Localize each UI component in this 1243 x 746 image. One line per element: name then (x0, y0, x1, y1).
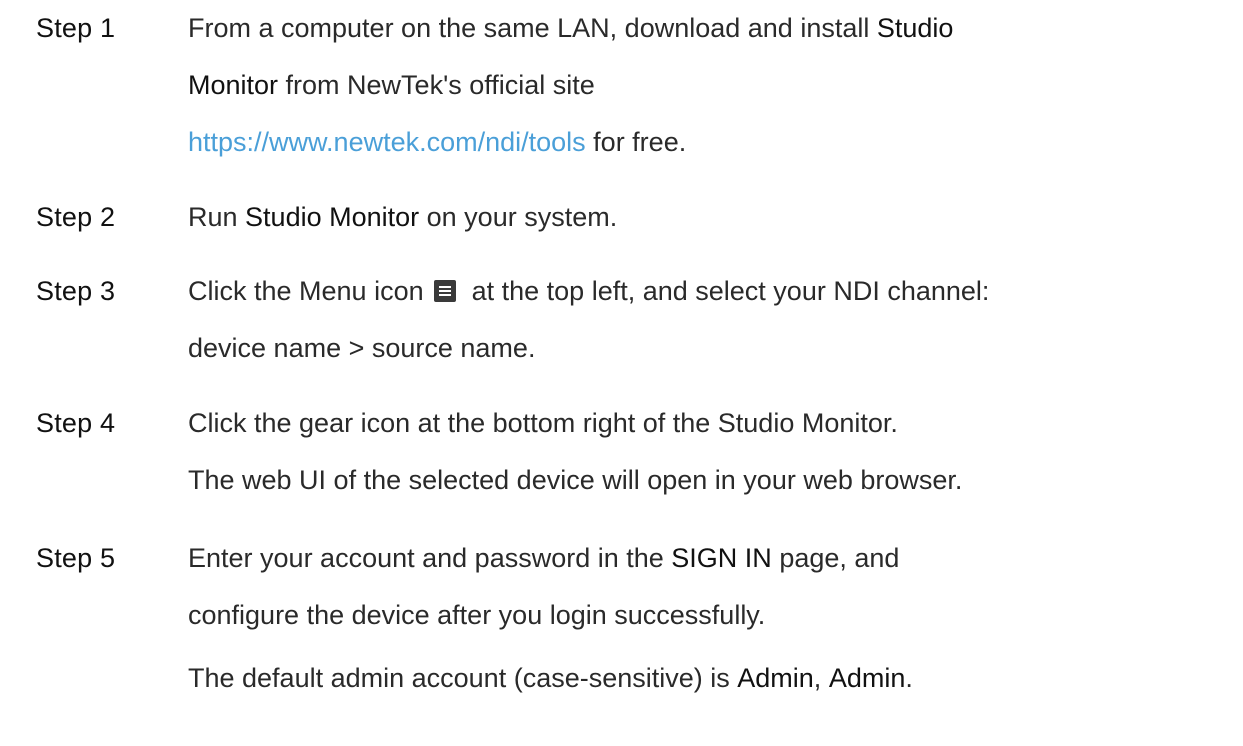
app-name: Studio Monitor (245, 202, 420, 232)
step-body: Enter your account and password in the S… (188, 530, 1228, 707)
step-line: Click the Menu icon at the top left, and … (188, 263, 1228, 320)
step-text: Click the Menu icon (188, 276, 424, 306)
step-text: configure the device after you login suc… (188, 600, 766, 630)
step-label: Step 1 (36, 13, 116, 43)
step-line: The default admin account (case-sensitiv… (188, 650, 1228, 707)
step-text: , (813, 663, 829, 693)
menu-icon (433, 280, 456, 302)
default-password: Admin (828, 663, 906, 693)
step-line: configure the device after you login suc… (188, 587, 1228, 644)
step-text: page, and (771, 543, 900, 573)
step-text: for free. (585, 127, 687, 157)
app-name: Studio (876, 13, 954, 43)
step-text: Run (188, 202, 246, 232)
step-label: Step 5 (36, 543, 116, 573)
step-text: The default admin account (case-sensitiv… (188, 663, 738, 693)
step-label: Step 3 (36, 276, 116, 306)
step-text: Click the gear icon at the bottom right … (188, 408, 898, 438)
step-body: Click the Menu icon at the top left, and … (188, 263, 1228, 377)
step-label: Step 2 (36, 202, 116, 232)
step-line: Enter your account and password in the S… (188, 530, 1228, 587)
step-body: Run Studio Monitor on your system. (188, 189, 1228, 246)
ndi-tools-link[interactable]: https://www.newtek.com/ndi/tools (188, 127, 586, 157)
step-line: https://www.newtek.com/ndi/tools for fre… (188, 114, 1228, 171)
step-line: Monitor from NewTek's official site (188, 57, 1228, 114)
instruction-document: Step 1 From a computer on the same LAN, … (0, 0, 1243, 746)
step-line: The web UI of the selected device will o… (188, 452, 1228, 509)
step-text: at the top left, and select your NDI cha… (471, 276, 990, 306)
sign-in-label: SIGN IN (671, 543, 772, 573)
step-line: Run Studio Monitor on your system. (188, 189, 1228, 246)
step-text: from NewTek's official site (278, 70, 595, 100)
step-text: . (905, 663, 913, 693)
step-line: Click the gear icon at the bottom right … (188, 395, 1228, 452)
step-text: device name > source name. (188, 333, 536, 363)
step-text: on your system. (419, 202, 618, 232)
step-body: From a computer on the same LAN, downloa… (188, 0, 1228, 171)
app-name: Monitor (188, 70, 279, 100)
step-text: From a computer on the same LAN, downloa… (188, 13, 877, 43)
step-text: The web UI of the selected device will o… (188, 465, 963, 495)
default-account: Admin (737, 663, 814, 693)
step-line: device name > source name. (188, 320, 1228, 377)
step-line: From a computer on the same LAN, downloa… (188, 0, 1228, 57)
step-body: Click the gear icon at the bottom right … (188, 395, 1228, 509)
step-text: Enter your account and password in the (188, 543, 672, 573)
step-label: Step 4 (36, 408, 116, 438)
